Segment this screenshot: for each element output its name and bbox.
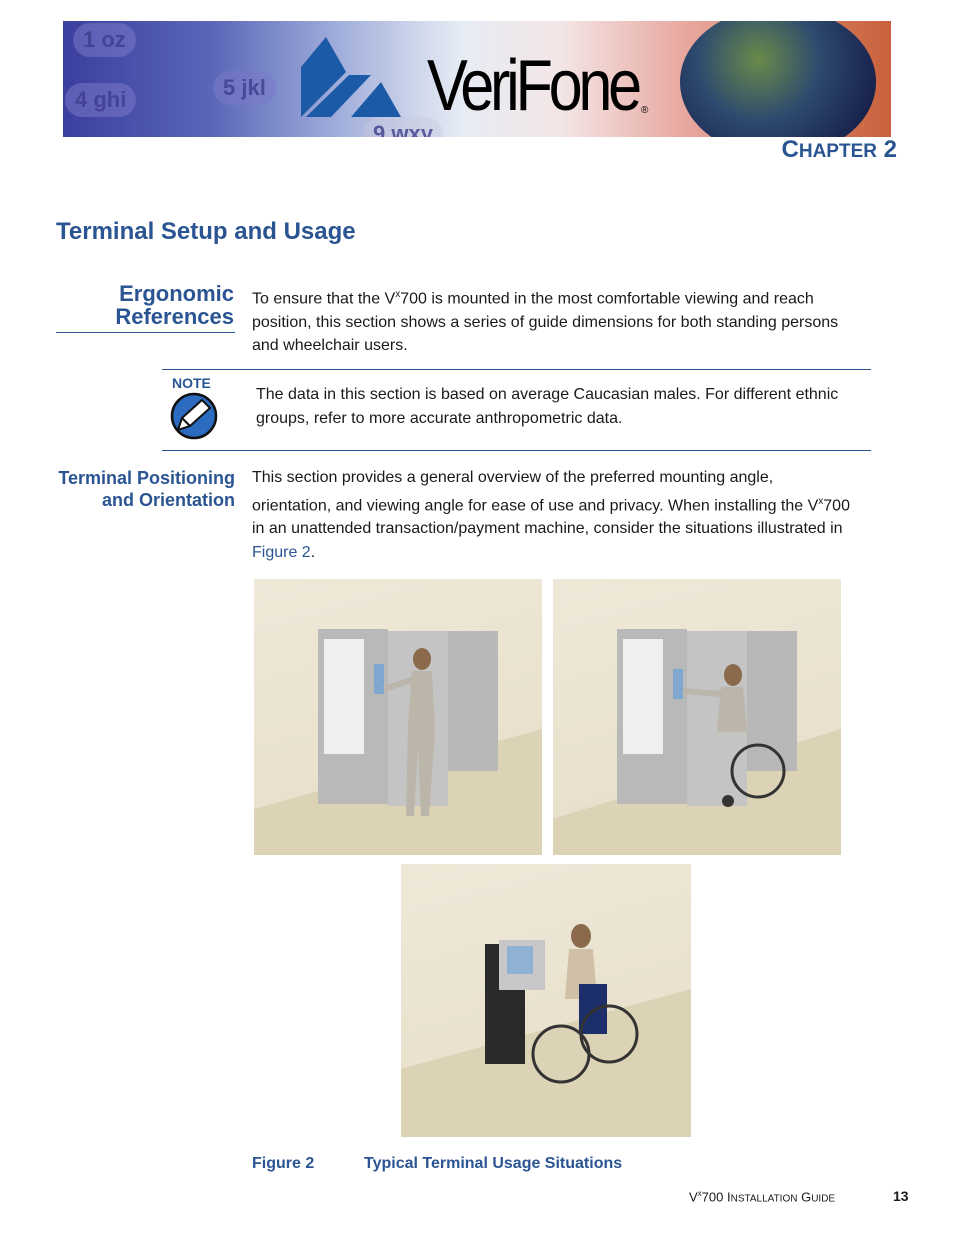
pencil-note-icon xyxy=(170,392,218,440)
keypad-key: 4 ghi xyxy=(65,83,137,117)
note-top-rule xyxy=(162,369,871,370)
verifone-logo-text: VeriFone xyxy=(427,46,642,126)
note-text: The data in this section is based on ave… xyxy=(256,386,839,427)
figure-2-link[interactable]: Figure 2 xyxy=(252,544,311,561)
registered-mark: ® xyxy=(641,105,649,116)
section-heading-ergonomic: Ergonomic References xyxy=(115,281,234,329)
kiosk-wheelchair-illustration xyxy=(401,924,691,1137)
section-heading-positioning: Terminal Positioning and Orientation xyxy=(58,468,235,510)
figure-kiosk-wheelchair-user xyxy=(401,864,691,1137)
figure-number: Figure 2 xyxy=(252,1155,315,1172)
verifone-banner: 1 oz 5 jkl 4 ghi 9 wxy VeriFone ® xyxy=(63,21,891,137)
note-label: NOTE xyxy=(172,375,211,391)
vending-machine-standing-illustration xyxy=(254,629,542,855)
globe-image xyxy=(680,21,876,137)
figure-caption: Typical Terminal Usage Situations xyxy=(364,1155,623,1172)
figure-wheelchair-user xyxy=(553,579,841,855)
positioning-body: This section provides a general overview… xyxy=(252,469,850,561)
verifone-logo-icon xyxy=(301,37,401,117)
vending-machine-wheelchair-illustration xyxy=(553,629,841,855)
keypad-key: 5 jkl xyxy=(213,71,276,105)
chapter-heading: CHAPTER 2 xyxy=(781,136,898,163)
page: 1 oz 5 jkl 4 ghi 9 wxy VeriFone ® CHAPTE… xyxy=(0,0,954,1235)
footer-guide-title: Vx700 INSTALLATION GUIDE xyxy=(689,1189,836,1205)
figure-standing-user xyxy=(254,579,542,855)
keypad-key: 1 oz xyxy=(73,23,136,57)
heading-underline xyxy=(56,332,235,333)
note-bottom-rule xyxy=(162,450,871,451)
page-title: Terminal Setup and Usage xyxy=(56,218,356,245)
page-number: 13 xyxy=(893,1188,909,1204)
ergonomic-body: To ensure that the Vx700 is mounted in t… xyxy=(252,289,839,355)
